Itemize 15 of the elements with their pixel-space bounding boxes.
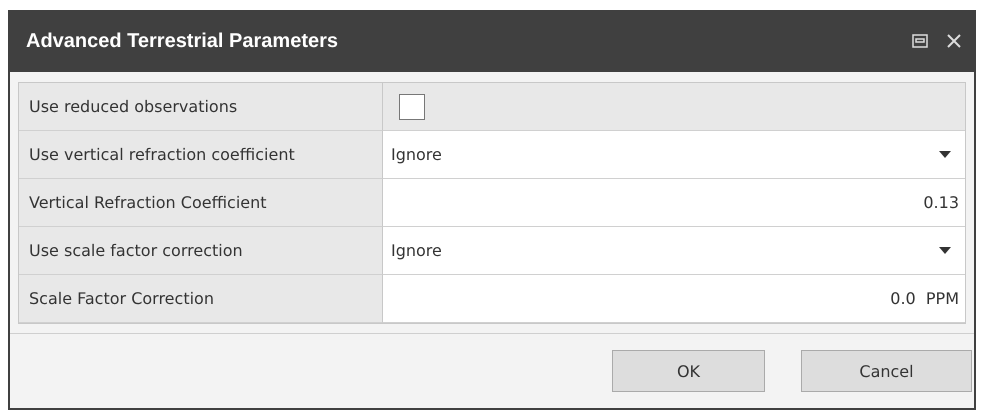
property-label: Vertical Refraction Coefficient — [19, 179, 383, 227]
cancel-button[interactable]: Cancel — [801, 350, 972, 392]
property-label: Use scale factor correction — [19, 227, 383, 275]
close-icon[interactable] — [946, 33, 962, 49]
property-label: Use vertical refraction coefficient — [19, 131, 383, 179]
caret-icon — [939, 247, 951, 254]
caret-icon — [939, 151, 951, 158]
property-label: Use reduced observations — [19, 83, 383, 131]
input-field[interactable]: 0.0 PPM — [383, 275, 965, 323]
checkbox[interactable] — [399, 94, 425, 120]
ok-button[interactable]: OK — [612, 350, 765, 392]
input-field[interactable]: 0.13 — [383, 179, 965, 227]
property-label: Scale Factor Correction — [19, 275, 383, 323]
window-title: Advanced Terrestrial Parameters — [26, 30, 340, 52]
restore-icon[interactable] — [912, 34, 928, 48]
